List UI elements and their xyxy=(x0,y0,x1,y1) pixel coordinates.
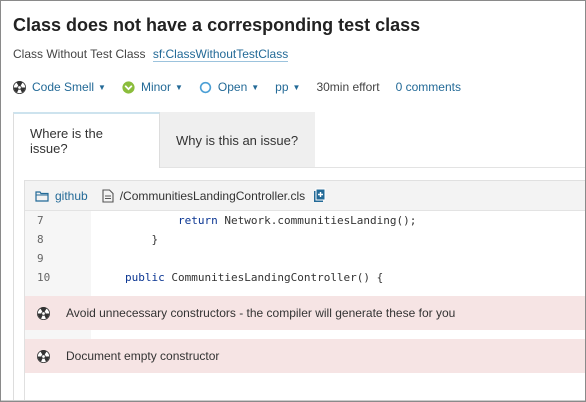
issue-message: Document empty constructor xyxy=(66,349,220,363)
line-number[interactable]: 10 xyxy=(25,268,91,287)
code-line: 7 return Network.communitiesLanding(); xyxy=(25,211,585,230)
radiation-icon xyxy=(13,80,26,94)
code-keyword: public xyxy=(125,271,165,284)
line-number[interactable]: 7 xyxy=(25,211,91,230)
bottom-border xyxy=(1,400,585,401)
code-line: 8 } xyxy=(25,230,585,249)
chevron-down-circle-icon xyxy=(122,80,135,94)
line-number[interactable]: 8 xyxy=(25,230,91,249)
rule-key-link[interactable]: sf:ClassWithoutTestClass xyxy=(152,47,289,62)
issue-meta-bar: Code Smell ▼ Minor ▼ Open ▼ pp ▼ 30min e… xyxy=(13,78,477,96)
rule-name: Class Without Test Class xyxy=(13,47,146,61)
rule-line: Class Without Test Class sf:ClassWithout… xyxy=(13,47,289,62)
source-viewer: github /CommunitiesLandingController.cls… xyxy=(24,180,585,401)
issue-view: Class does not have a corresponding test… xyxy=(0,0,586,402)
issue-message: Avoid unnecessary constructors - the com… xyxy=(66,306,456,320)
source-lines: 7 return Network.communitiesLanding(); 8… xyxy=(25,211,585,373)
tab-panel: github /CommunitiesLandingController.cls… xyxy=(13,168,585,401)
source-header: github /CommunitiesLandingController.cls xyxy=(25,181,585,211)
issue-location-box[interactable]: Document empty constructor xyxy=(25,339,585,373)
tab-why-is-this-an-issue[interactable]: Why is this an issue? xyxy=(160,112,315,168)
file-path: /CommunitiesLandingController.cls xyxy=(102,188,326,203)
radiation-icon xyxy=(37,349,50,363)
file-name: /CommunitiesLandingController.cls xyxy=(119,188,306,203)
status-dropdown[interactable]: Open ▼ xyxy=(199,80,259,94)
code-line: 10 public CommunitiesLandingController()… xyxy=(25,268,585,287)
severity-dropdown[interactable]: Minor ▼ xyxy=(122,80,183,94)
circle-outline-icon xyxy=(199,81,212,94)
issue-location-box[interactable]: Avoid unnecessary constructors - the com… xyxy=(25,296,585,330)
assignee-label: pp xyxy=(275,80,289,94)
caret-down-icon: ▼ xyxy=(98,82,106,92)
project-link[interactable]: github xyxy=(35,189,88,203)
code-text: } xyxy=(151,233,159,246)
caret-down-icon: ▼ xyxy=(292,82,301,92)
effort-label: 30min effort xyxy=(316,80,380,94)
copy-file-icon[interactable] xyxy=(313,188,326,203)
assignee-dropdown[interactable]: pp ▼ xyxy=(275,80,300,94)
file-icon xyxy=(102,188,114,203)
code-gap xyxy=(25,330,585,339)
comments-link[interactable]: 0 comments xyxy=(396,80,461,94)
project-name: github xyxy=(55,188,88,203)
status-label: Open xyxy=(217,80,248,94)
folder-icon xyxy=(35,190,49,202)
code-gap xyxy=(25,287,585,296)
code-text: public CommunitiesLandingController() { xyxy=(125,271,384,284)
type-dropdown[interactable]: Code Smell ▼ xyxy=(13,80,106,94)
caret-down-icon: ▼ xyxy=(174,82,183,92)
radiation-icon xyxy=(37,306,50,320)
severity-label: Minor xyxy=(140,80,171,94)
code-keyword: return xyxy=(177,214,218,227)
code-text: return Network.communitiesLanding(); xyxy=(177,214,417,227)
caret-down-icon: ▼ xyxy=(251,82,260,92)
issue-title: Class does not have a corresponding test… xyxy=(13,15,421,35)
type-label: Code Smell xyxy=(32,80,95,94)
line-number[interactable]: 9 xyxy=(25,249,91,268)
tab-where-is-the-issue[interactable]: Where is the issue? xyxy=(13,112,160,168)
code-line: 9 xyxy=(25,249,585,268)
issue-tabs: Where is the issue? Why is this an issue… xyxy=(13,112,315,168)
